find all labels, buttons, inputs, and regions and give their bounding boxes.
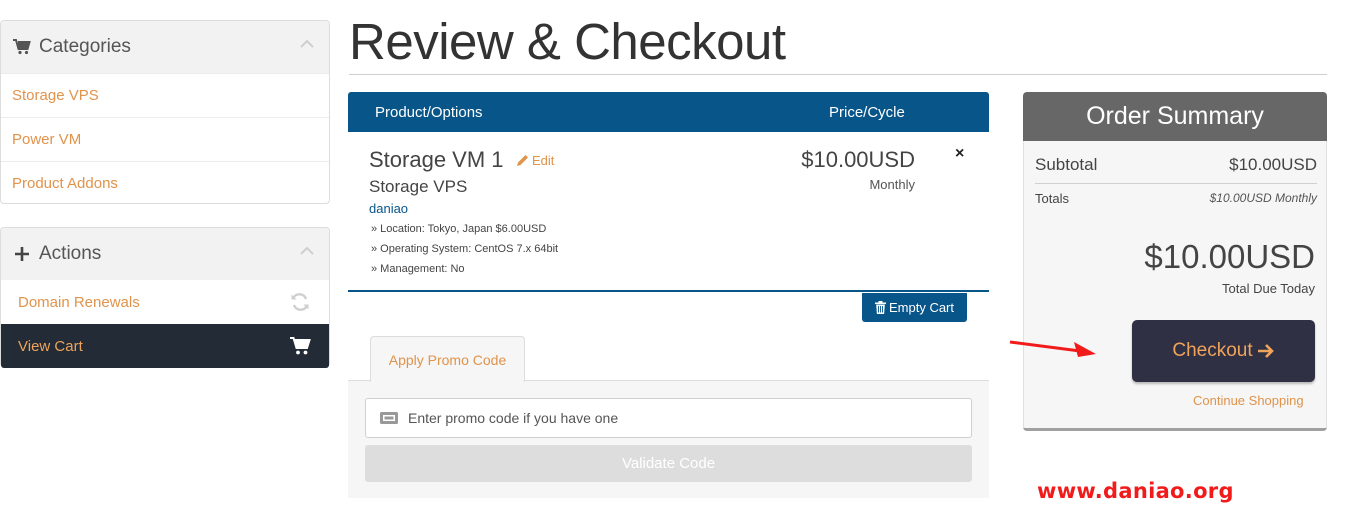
totals-label: Totals (1035, 191, 1069, 206)
edit-link[interactable]: Edit (516, 153, 554, 168)
option-location: » Location: Tokyo, Japan $6.00USD (371, 223, 547, 235)
total-due-label: Total Due Today (1222, 281, 1315, 296)
arrow-right-icon (1257, 344, 1274, 358)
product-domain: daniao (369, 201, 409, 216)
promo-code-input[interactable] (408, 410, 968, 426)
title-divider (349, 74, 1327, 75)
product-name: Storage VM 1 (369, 147, 504, 172)
ticket-icon (380, 412, 398, 424)
sidebar-item-domain-renewals[interactable]: Domain Renewals (1, 280, 329, 324)
item-cycle: Monthly (869, 177, 915, 192)
categories-title: Categories (39, 36, 131, 57)
categories-panel: Categories Storage VPS Power VM Product … (0, 20, 330, 204)
cart-icon (13, 38, 31, 56)
categories-header[interactable]: Categories (1, 21, 329, 73)
product-group: Storage VPS (369, 177, 468, 196)
validate-code-button[interactable]: Validate Code (365, 445, 972, 482)
watermark: www.daniao.org (1037, 479, 1234, 503)
total-due-amount: $10.00USD (1144, 238, 1315, 275)
continue-shopping-link[interactable]: Continue Shopping (1193, 393, 1304, 408)
subtotal-value: $10.00USD (1229, 155, 1317, 174)
subtotal-row: Subtotal $10.00USD (1035, 155, 1317, 184)
cart-icon (290, 337, 311, 355)
sidebar-item-view-cart[interactable]: View Cart (1, 324, 329, 368)
sidebar-item-label: View Cart (18, 337, 83, 355)
page-title: Review & Checkout (349, 13, 786, 70)
empty-cart-label: Empty Cart (888, 300, 954, 315)
sidebar-item-storage-vps[interactable]: Storage VPS (1, 73, 329, 117)
order-summary-title: Order Summary (1023, 92, 1327, 141)
actions-panel: Actions Domain Renewals View Cart (0, 227, 330, 368)
promo-code-field[interactable] (365, 398, 972, 438)
plus-icon (13, 245, 31, 263)
checkout-button[interactable]: Checkout (1132, 320, 1315, 382)
cart-table-header: Product/Options Price/Cycle (348, 92, 989, 132)
tab-apply-promo-code[interactable]: Apply Promo Code (370, 336, 525, 382)
empty-cart-button[interactable]: Empty Cart (862, 293, 967, 322)
column-header-product: Product/Options (375, 104, 483, 121)
order-summary-body: Subtotal $10.00USD Totals $10.00USD Mont… (1023, 141, 1327, 428)
option-os: » Operating System: CentOS 7.x 64bit (371, 243, 559, 255)
column-header-price: Price/Cycle (829, 104, 905, 121)
option-management: » Management: No (371, 263, 465, 275)
sidebar-item-power-vm[interactable]: Power VM (1, 117, 329, 161)
chevron-up-icon[interactable] (299, 39, 315, 49)
trash-icon (874, 301, 886, 314)
cart-item-row: Storage VM 1 Edit Storage VPS daniao » L… (348, 132, 989, 292)
annotation-arrow-icon (1009, 340, 1096, 357)
item-price: $10.00USD (801, 147, 915, 172)
edit-label: Edit (532, 153, 555, 168)
sidebar-item-label: Domain Renewals (18, 293, 140, 311)
refresh-icon (291, 293, 309, 311)
chevron-up-icon[interactable] (299, 246, 315, 256)
actions-header[interactable]: Actions (1, 228, 329, 280)
subtotal-label: Subtotal (1035, 155, 1098, 174)
pencil-icon (517, 155, 528, 166)
actions-title: Actions (39, 243, 102, 264)
totals-row: Totals $10.00USD Monthly (1035, 191, 1317, 206)
sidebar-item-product-addons[interactable]: Product Addons (1, 161, 329, 205)
checkout-label: Checkout (1172, 340, 1253, 361)
totals-value: $10.00USD Monthly (1209, 191, 1317, 205)
remove-item-button[interactable]: × (955, 145, 964, 163)
